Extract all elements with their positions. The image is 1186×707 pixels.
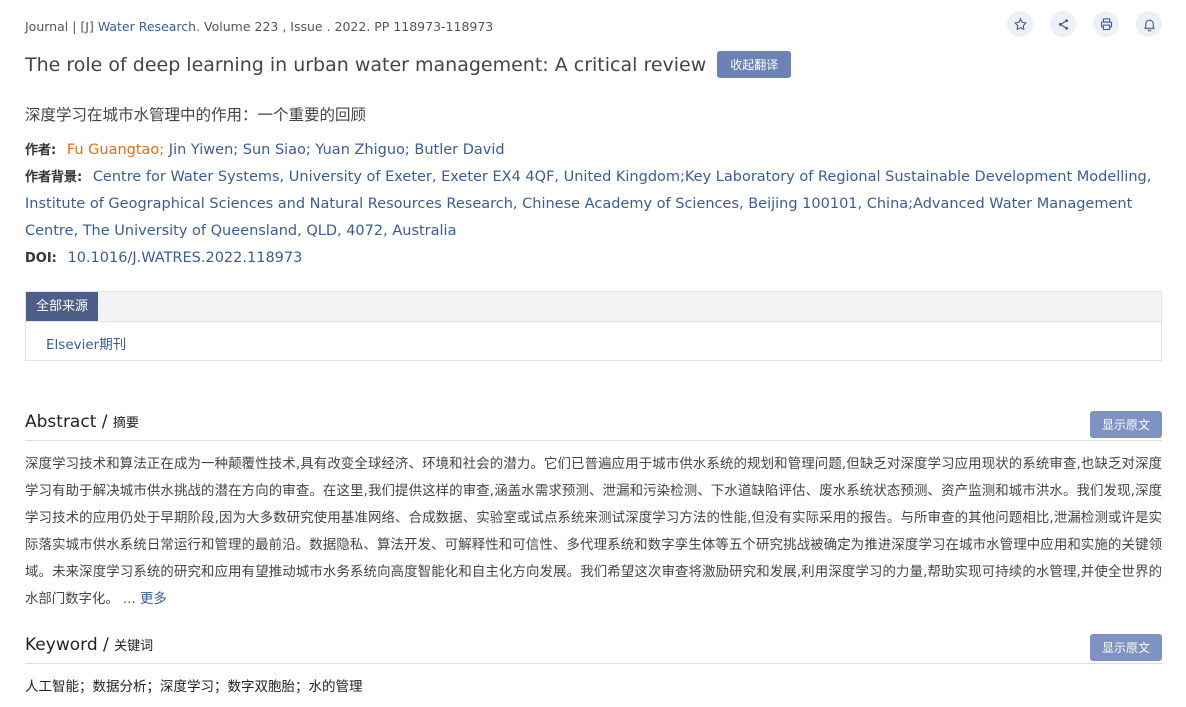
abstract-show-original-button[interactable]: 显示原文 <box>1089 411 1162 438</box>
affiliation-text: Centre for Water Systems, University of … <box>25 169 1152 239</box>
authors-row: 作者: Fu Guangtao; Jin Yiwen; Sun Siao; Yu… <box>25 137 505 164</box>
first-author-link[interactable]: Fu Guangtao; <box>67 142 164 158</box>
abstract-more-link[interactable]: ... 更多 <box>123 592 167 607</box>
keyword-list: 人工智能；数据分析；深度学习；数字双胞胎；水的管理 <box>25 679 363 695</box>
tab-all-sources[interactable]: 全部来源 <box>26 292 99 321</box>
keyword-title-en: Keyword / <box>25 635 109 655</box>
affiliation-row: 作者背景: Centre for Water Systems, Universi… <box>25 164 1162 245</box>
doi-row: DOI: 10.1016/J.WATRES.2022.118973 <box>25 245 302 272</box>
abstract-title-en: Abstract / <box>25 412 108 432</box>
article-title-translation: 深度学习在城市水管理中的作用：一个重要的回顾 <box>25 106 367 124</box>
abstract-text: 深度学习技术和算法正在成为一种颠覆性技术,具有改变全球经济、环境和社会的潜力。它… <box>25 451 1162 613</box>
abstract-title: Abstract / 摘要 <box>25 412 139 432</box>
title-row: The role of deep learning in urban water… <box>25 51 792 78</box>
journal-info: Journal | [J] Water Research. Volume 223… <box>25 19 493 34</box>
abstract-title-cn: 摘要 <box>112 416 139 431</box>
journal-prefix: Journal | [J] <box>25 19 98 34</box>
keyword-title-cn: 关键词 <box>114 639 154 654</box>
sources-panel: 全部来源 Elsevier期刊 <box>25 291 1162 361</box>
affiliation-label: 作者背景: <box>25 170 83 185</box>
action-icon-bar <box>1007 11 1162 37</box>
authors-label: 作者: <box>25 143 57 158</box>
journal-name-link[interactable]: Water Research <box>98 19 196 34</box>
keyword-show-original-button[interactable]: 显示原文 <box>1089 634 1162 661</box>
article-title: The role of deep learning in urban water… <box>25 53 707 76</box>
share-icon[interactable] <box>1050 11 1076 37</box>
keyword-title: Keyword / 关键词 <box>25 635 153 655</box>
doi-label: DOI: <box>25 251 57 266</box>
journal-volume-info: . Volume 223 , Issue . 2022. PP 118973-1… <box>196 19 494 34</box>
abstract-header: Abstract / 摘要 显示原文 <box>25 410 1162 441</box>
collapse-translation-button[interactable]: 收起翻译 <box>717 51 792 78</box>
sources-tabbar: 全部来源 <box>26 292 1161 322</box>
other-authors[interactable]: Jin Yiwen; Sun Siao; Yuan Zhiguo; Butler… <box>164 142 505 158</box>
print-icon[interactable] <box>1093 11 1119 37</box>
doi-link[interactable]: 10.1016/J.WATRES.2022.118973 <box>68 250 303 266</box>
abstract-body: 深度学习技术和算法正在成为一种颠覆性技术,具有改变全球经济、环境和社会的潜力。它… <box>25 457 1162 607</box>
star-icon[interactable] <box>1007 11 1033 37</box>
keyword-header: Keyword / 关键词 显示原文 <box>25 633 1162 664</box>
bell-icon[interactable] <box>1136 11 1162 37</box>
source-link-elsevier[interactable]: Elsevier期刊 <box>46 333 126 353</box>
